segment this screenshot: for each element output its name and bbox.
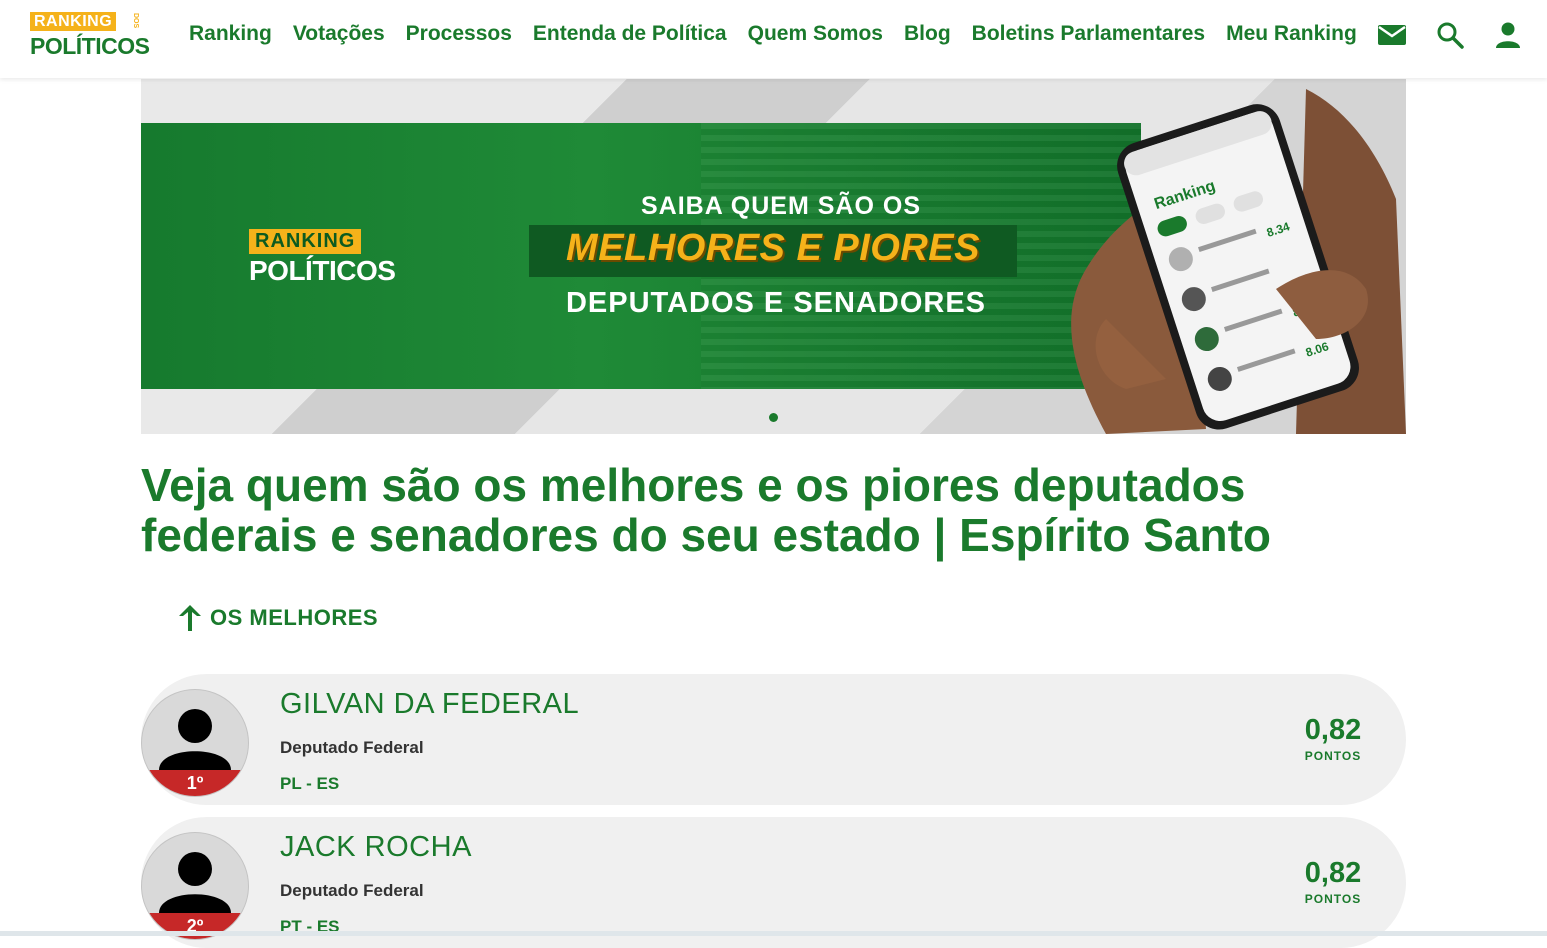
politician-party: PL - ES — [280, 774, 340, 793]
page-title: Veja quem são os melhores e os piores de… — [141, 459, 1271, 561]
nav-meu-ranking[interactable]: Meu Ranking — [1226, 20, 1357, 48]
page-bottom-edge — [0, 931, 1547, 936]
user-icon[interactable] — [1493, 20, 1523, 50]
logo-dos-text: DOS — [132, 13, 139, 29]
banner-logo-top: RANKING — [249, 229, 362, 254]
banner-logo: RANKING POLÍTICOS — [249, 229, 396, 287]
politician-score: 0,82 PONTOS — [1298, 714, 1368, 763]
politician-role: Deputado Federal — [280, 738, 424, 757]
score-unit: PONTOS — [1304, 892, 1362, 906]
banner-line-1: SAIBA QUEM SÃO OS — [641, 192, 921, 220]
banner-line-3: DEPUTADOS E SENADORES — [565, 287, 987, 319]
banner-line-2: MELHORES E PIORES — [566, 227, 980, 269]
site-logo[interactable]: RANKING DOS POLÍTICOS — [30, 12, 150, 58]
politician-card[interactable]: 2º JACK ROCHA Deputado Federal PT - ES 0… — [141, 817, 1406, 948]
hero-banner[interactable]: RANKING POLÍTICOS SAIBA QUEM SÃO OS MELH… — [141, 79, 1406, 434]
politician-name[interactable]: JACK ROCHA — [280, 831, 472, 864]
main-nav: Ranking Votações Processos Entenda de Po… — [189, 20, 1378, 48]
logo-politicos-text: POLÍTICOS — [30, 33, 150, 59]
nav-processos[interactable]: Processos — [406, 20, 512, 48]
carousel-dot[interactable] — [769, 413, 778, 422]
politician-name[interactable]: GILVAN DA FEDERAL — [280, 688, 579, 721]
nav-quem-somos[interactable]: Quem Somos — [748, 20, 883, 48]
score-value: 0,82 — [1304, 857, 1362, 889]
politician-card[interactable]: 1º GILVAN DA FEDERAL Deputado Federal PL… — [141, 674, 1406, 805]
header-icons — [1377, 20, 1523, 50]
logo-ranking-text: RANKING — [30, 12, 117, 31]
nav-blog[interactable]: Blog — [904, 20, 951, 48]
score-unit: PONTOS — [1304, 749, 1362, 763]
nav-ranking[interactable]: Ranking — [189, 20, 272, 48]
avatar: 2º — [141, 832, 249, 940]
nav-votacoes[interactable]: Votações — [293, 20, 385, 48]
nav-boletins-parlamentares[interactable]: Boletins Parlamentares — [972, 20, 1205, 48]
phone-in-hand-image: Ranking 8.34 8.23 8.06 — [1071, 89, 1406, 434]
search-icon[interactable] — [1435, 20, 1465, 50]
politician-role: Deputado Federal — [280, 881, 424, 900]
mail-icon[interactable] — [1377, 20, 1407, 50]
score-value: 0,82 — [1304, 714, 1362, 746]
rank-badge: 1º — [142, 770, 248, 796]
section-best-label: OS MELHORES — [210, 605, 379, 630]
avatar: 1º — [141, 689, 249, 797]
politician-score: 0,82 PONTOS — [1298, 857, 1368, 906]
nav-entenda-de-politica[interactable]: Entenda de Política — [533, 20, 727, 48]
section-best-header: OS MELHORES — [178, 604, 378, 632]
banner-logo-bottom: POLÍTICOS — [249, 255, 396, 286]
arrow-up-icon — [179, 605, 201, 631]
site-header: RANKING DOS POLÍTICOS Ranking Votações P… — [0, 0, 1547, 78]
